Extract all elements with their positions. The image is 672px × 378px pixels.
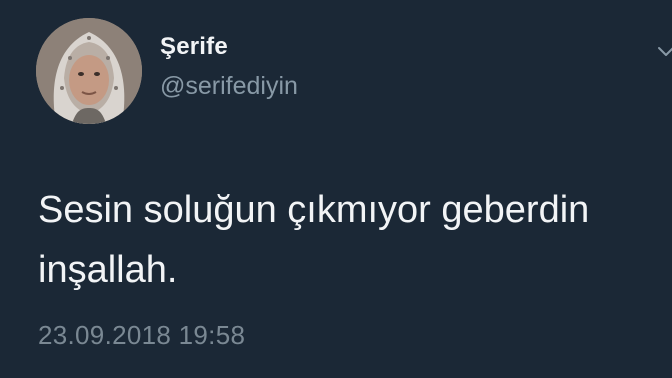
avatar[interactable]	[36, 18, 142, 124]
user-handle[interactable]: @serifediyin	[160, 72, 298, 101]
tweet-timestamp[interactable]: 23.09.2018 19:58	[38, 320, 245, 351]
display-name[interactable]: Şerife	[160, 33, 228, 61]
chevron-down-icon[interactable]	[656, 42, 672, 62]
tweet-text: Sesin soluğun çıkmıyor geberdin inşallah…	[38, 189, 590, 291]
tweet-card: Şerife @serifediyin Sesin soluğun çıkmıy…	[0, 0, 672, 378]
avatar-photo-icon	[36, 18, 142, 124]
